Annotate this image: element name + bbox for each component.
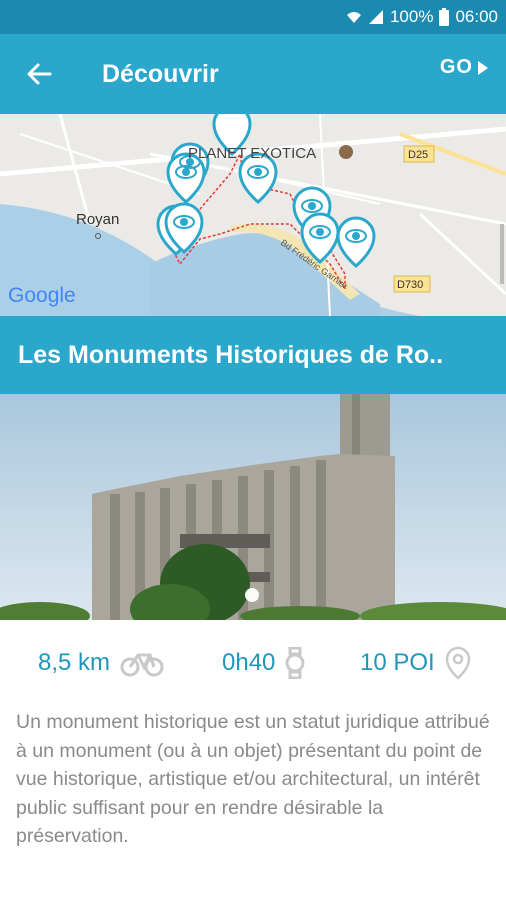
play-icon	[478, 60, 488, 75]
road-label-d730: D730	[397, 279, 423, 291]
church-image	[0, 394, 506, 620]
bicycle-icon	[120, 653, 164, 677]
clock: 06:00	[455, 7, 498, 26]
carousel-indicator[interactable]	[245, 588, 259, 602]
map-label-planet-exotica: PLANET EXOTICA	[188, 145, 316, 162]
battery-icon	[439, 8, 450, 26]
status-bar: 100% 06:00	[0, 0, 506, 34]
signal-icon	[368, 10, 383, 24]
go-button[interactable]: GO	[440, 56, 490, 79]
tour-title-banner: Les Monuments Historiques de Ro..	[0, 316, 506, 394]
tour-description: Un monument historique est un statut jur…	[16, 711, 490, 847]
duration-stat: 0h40	[222, 647, 305, 679]
go-label: GO	[439, 56, 473, 78]
arrow-left-icon	[27, 63, 52, 85]
map-label-royan: Royan	[76, 211, 119, 228]
map-view[interactable]: PLANET EXOTICA Royan D25 D730 Bd Frédéri…	[0, 114, 506, 316]
tour-stats: 8,5 km 0h40 10 POI	[0, 638, 506, 688]
tour-photo[interactable]	[0, 394, 506, 620]
location-pin-icon	[445, 646, 470, 680]
tour-title: Les Monuments Historiques de Ro..	[18, 340, 444, 369]
wifi-icon	[346, 12, 361, 23]
back-button[interactable]	[24, 59, 54, 89]
distance-value: 8,5 km	[38, 649, 111, 676]
poi-value: 10 POI	[360, 649, 435, 676]
page-title: Découvrir	[102, 59, 219, 88]
road-label-d25: D25	[408, 149, 428, 161]
battery-percent: 100%	[389, 7, 434, 26]
map-canvas: PLANET EXOTICA Royan D25 D730 Bd Frédéri…	[0, 114, 506, 316]
app-bar: Découvrir GO	[0, 34, 506, 114]
watch-icon	[285, 647, 305, 679]
google-logo: Google	[8, 284, 76, 307]
distance-stat: 8,5 km	[38, 649, 164, 677]
poi-stat: 10 POI	[360, 646, 471, 680]
duration-value: 0h40	[222, 649, 276, 676]
